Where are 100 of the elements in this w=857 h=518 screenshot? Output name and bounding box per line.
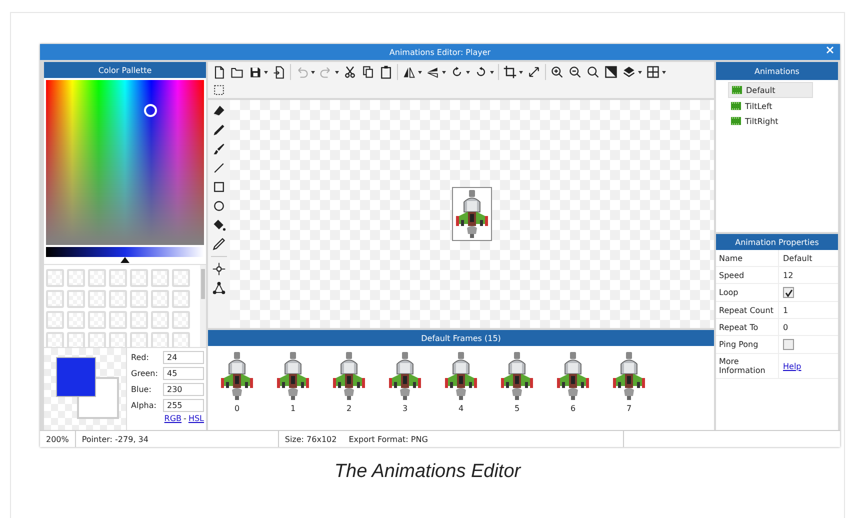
brightness-slider[interactable] — [44, 247, 206, 264]
empty-swatch[interactable] — [109, 269, 127, 287]
caret-icon[interactable] — [418, 70, 422, 74]
line-icon[interactable] — [212, 161, 226, 175]
rgb-link[interactable]: RGB — [164, 414, 182, 423]
window-title: Animations Editor: Player — [389, 48, 491, 56]
empty-swatch[interactable] — [172, 311, 190, 329]
empty-swatch[interactable] — [151, 290, 169, 308]
color-picker-handle[interactable] — [144, 104, 157, 117]
empty-swatch[interactable] — [130, 332, 148, 347]
crop-icon[interactable] — [503, 65, 517, 79]
empty-swatch[interactable] — [130, 290, 148, 308]
empty-swatch[interactable] — [67, 269, 85, 287]
resize-icon[interactable] — [527, 65, 541, 79]
move-point-icon[interactable] — [212, 262, 226, 276]
close-icon[interactable] — [826, 46, 834, 54]
caret-icon[interactable] — [335, 70, 339, 74]
search-icon[interactable] — [586, 65, 600, 79]
spaceship-sprite — [276, 352, 310, 400]
empty-swatch[interactable] — [172, 290, 190, 308]
flip-icon[interactable] — [402, 65, 416, 79]
help-link[interactable]: Help — [783, 362, 802, 370]
color-spectrum[interactable] — [46, 80, 204, 245]
film-strip-icon — [731, 102, 741, 110]
channel-value-field[interactable]: 24 — [163, 350, 204, 364]
selection-icon[interactable] — [212, 83, 226, 97]
caret-icon[interactable] — [662, 70, 666, 74]
empty-swatch[interactable] — [67, 311, 85, 329]
frame-number: 5 — [514, 404, 520, 413]
channel-value-field[interactable]: 45 — [163, 366, 204, 380]
copy-icon[interactable] — [361, 65, 375, 79]
scissors-icon[interactable] — [343, 65, 357, 79]
mirror-icon[interactable] — [426, 65, 440, 79]
zoom-in-icon[interactable] — [550, 65, 564, 79]
empty-swatch[interactable] — [88, 290, 106, 308]
rotate-right-icon[interactable] — [474, 65, 488, 79]
caret-icon[interactable] — [466, 70, 470, 74]
channel-label: Alpha: — [131, 400, 158, 410]
channel-value-field[interactable]: 255 — [163, 398, 204, 412]
save-icon[interactable] — [248, 65, 262, 79]
caret-icon[interactable] — [519, 70, 523, 74]
property-value[interactable]: 1 — [783, 306, 788, 314]
pencil-icon[interactable] — [212, 123, 226, 137]
new-file-icon[interactable] — [212, 65, 226, 79]
grid-icon[interactable] — [646, 65, 660, 79]
property-value[interactable]: 0 — [783, 322, 788, 332]
animation-item[interactable]: TiltRight — [728, 114, 811, 128]
empty-swatch[interactable] — [130, 269, 148, 287]
node-icon[interactable] — [212, 281, 226, 295]
frame-number: 3 — [402, 404, 408, 413]
empty-swatch[interactable] — [88, 332, 106, 347]
animation-item[interactable]: TiltLeft — [728, 99, 811, 113]
empty-swatch[interactable] — [151, 269, 169, 287]
hsl-link[interactable]: HSL — [188, 414, 204, 423]
eraser-icon[interactable] — [212, 104, 226, 118]
empty-swatch[interactable] — [46, 269, 64, 287]
empty-swatch[interactable] — [46, 311, 64, 329]
caret-icon[interactable] — [264, 70, 268, 74]
empty-swatch[interactable] — [109, 290, 127, 308]
empty-swatch[interactable] — [46, 290, 64, 308]
rectangle-icon[interactable] — [212, 180, 226, 194]
caret-icon[interactable] — [638, 70, 642, 74]
empty-swatch[interactable] — [151, 311, 169, 329]
animation-item[interactable]: Default — [728, 82, 813, 98]
caret-icon[interactable] — [442, 70, 446, 74]
checkbox[interactable] — [783, 287, 794, 298]
frame-number: 4 — [458, 404, 464, 413]
caret-icon[interactable] — [490, 70, 494, 74]
frame-number: 2 — [346, 404, 352, 413]
export-icon[interactable] — [272, 65, 286, 79]
empty-swatch[interactable] — [46, 332, 64, 347]
ellipse-icon[interactable] — [212, 199, 226, 213]
contrast-icon[interactable] — [604, 65, 618, 79]
empty-swatch[interactable] — [172, 269, 190, 287]
checkbox[interactable] — [783, 339, 794, 350]
empty-swatch[interactable] — [151, 332, 169, 347]
empty-swatch[interactable] — [67, 332, 85, 347]
empty-swatch[interactable] — [109, 311, 127, 329]
empty-swatch[interactable] — [67, 290, 85, 308]
zoom-out-icon[interactable] — [568, 65, 582, 79]
eyedropper-icon[interactable] — [212, 237, 226, 251]
paint-bucket-icon[interactable] — [212, 218, 226, 232]
empty-swatch[interactable] — [172, 332, 190, 347]
color-swatches-drawing[interactable] — [44, 348, 127, 430]
folder-icon[interactable] — [230, 65, 244, 79]
empty-swatch[interactable] — [130, 311, 148, 329]
empty-swatch[interactable] — [88, 269, 106, 287]
zoom-level: 200% — [40, 431, 76, 447]
rotate-left-icon[interactable] — [450, 65, 464, 79]
property-value[interactable]: 12 — [783, 270, 794, 280]
clipboard-icon[interactable] — [379, 65, 393, 79]
caret-icon[interactable] — [311, 70, 315, 74]
channel-value-field[interactable]: 230 — [163, 382, 204, 396]
brush-icon[interactable] — [212, 142, 226, 156]
export-format: Export Format: PNG — [342, 431, 624, 447]
film-strip-icon — [731, 117, 741, 125]
empty-swatch[interactable] — [109, 332, 127, 347]
property-value[interactable]: Default — [783, 254, 812, 262]
layers-icon[interactable] — [622, 65, 636, 79]
empty-swatch[interactable] — [88, 311, 106, 329]
